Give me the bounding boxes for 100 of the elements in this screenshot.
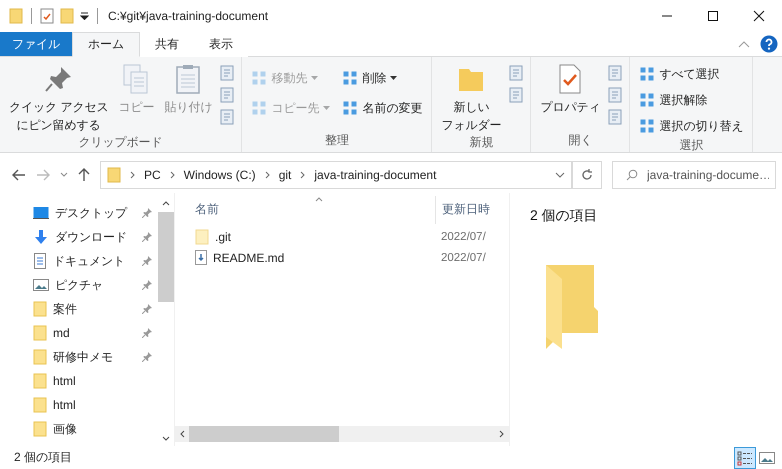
grid-icon <box>639 66 656 82</box>
nav-item[interactable]: html <box>33 393 158 417</box>
document-icon[interactable] <box>219 109 236 125</box>
nav-item[interactable]: デスクトップ <box>33 201 158 225</box>
document-icon[interactable] <box>607 65 624 81</box>
grid-icon <box>251 100 268 116</box>
breadcrumb[interactable]: PC <box>144 168 161 182</box>
folder-icon <box>107 167 121 183</box>
pin-icon[interactable] <box>142 352 152 362</box>
nav-item[interactable]: ダウンロード <box>33 225 158 249</box>
address-field[interactable]: PC Windows (C:) git java-training-document <box>100 161 572 189</box>
scroll-left-icon[interactable] <box>179 430 185 438</box>
document-icon[interactable] <box>607 87 624 103</box>
folder-icon[interactable] <box>60 8 74 24</box>
scroll-right-icon[interactable] <box>499 430 505 438</box>
monitor-icon <box>33 206 49 220</box>
document-icon[interactable] <box>219 87 236 103</box>
document-icon[interactable] <box>219 65 236 81</box>
ribbon-button[interactable]: 削除 <box>339 67 426 89</box>
column-header[interactable]: 名前 <box>175 201 435 218</box>
sort-caret-icon <box>315 197 323 202</box>
ribbon-tab[interactable]: ホーム <box>72 32 140 57</box>
ribbon-button[interactable]: 名前の変更 <box>339 97 426 119</box>
file-name[interactable]: .git <box>215 230 232 244</box>
refresh-button[interactable] <box>572 161 602 189</box>
group-label: 開く <box>567 132 594 149</box>
search-icon <box>626 169 638 181</box>
group-label: 新規 <box>468 134 494 151</box>
ribbon-tab[interactable]: ファイル <box>0 32 72 56</box>
grid-icon <box>639 118 656 134</box>
folder-icon[interactable] <box>9 8 23 24</box>
ribbon-button[interactable]: すべて選択 <box>636 63 746 85</box>
maximize-icon[interactable] <box>707 10 719 22</box>
details-view-button[interactable] <box>734 446 756 468</box>
folder-icon <box>33 301 47 317</box>
pin-icon[interactable] <box>142 328 152 338</box>
search-field[interactable]: java-training-docume… <box>612 161 776 189</box>
document-icon <box>33 253 47 269</box>
ribbon-button[interactable]: クイック アクセス にピン留めする <box>6 63 112 134</box>
date-cell-text: 2022/07/ <box>440 230 487 242</box>
refresh-icon <box>581 169 593 181</box>
scroll-down-icon[interactable] <box>162 436 170 442</box>
pin-icon[interactable] <box>142 256 152 266</box>
pin-icon[interactable] <box>142 304 152 314</box>
help-icon[interactable] <box>760 35 778 53</box>
ribbon-button[interactable]: 選択解除 <box>636 89 746 111</box>
ribbon-button[interactable]: 選択の切り替え <box>636 115 746 137</box>
pin-icon[interactable] <box>142 280 152 290</box>
file-name[interactable]: README.md <box>213 250 284 264</box>
document-icon[interactable] <box>607 109 624 125</box>
dropdown-icon[interactable] <box>80 12 89 20</box>
chevron-down-icon[interactable] <box>555 172 565 178</box>
checklist-icon[interactable] <box>40 8 54 24</box>
document-icon[interactable] <box>508 87 524 103</box>
chevron-down-icon[interactable] <box>60 172 68 178</box>
breadcrumb[interactable]: java-training-document <box>314 168 436 182</box>
folder-icon <box>195 228 209 244</box>
collapse-ribbon-icon[interactable] <box>738 40 750 48</box>
pin-icon[interactable] <box>142 208 152 218</box>
window-title: C:¥git¥java-training-document <box>108 9 268 23</box>
breadcrumb[interactable]: git <box>278 168 292 182</box>
details-list-icon <box>737 450 753 466</box>
preview-title: 2 個の項目 <box>530 207 599 225</box>
chevron-right-icon <box>300 171 306 179</box>
group-label: 整理 <box>324 132 350 149</box>
nav-item[interactable]: md <box>33 321 158 345</box>
nav-item[interactable]: ピクチャ <box>33 273 158 297</box>
group-label: 選択 <box>678 137 704 154</box>
folder-icon <box>33 349 47 365</box>
horizontal-scrollbar[interactable] <box>175 426 509 442</box>
nav-item[interactable]: 研修中メモ <box>33 345 158 369</box>
up-arrow-icon[interactable] <box>78 168 90 182</box>
forward-arrow-icon[interactable] <box>36 169 50 181</box>
grid-icon <box>342 70 358 86</box>
nav-item[interactable]: ドキュメント <box>33 249 158 273</box>
date-cell-text: 2022/07/ <box>440 252 487 264</box>
column-header[interactable]: 更新日時 <box>435 196 509 224</box>
folder-icon <box>33 397 47 413</box>
folder-icon <box>33 325 47 341</box>
ribbon-button[interactable]: プロパティ <box>537 63 604 132</box>
picture-icon <box>33 278 49 292</box>
breadcrumb[interactable]: Windows (C:) <box>184 168 256 182</box>
folder-icon <box>33 421 47 437</box>
grid-icon <box>639 92 656 108</box>
nav-item[interactable]: html <box>33 369 158 393</box>
grid-icon <box>251 70 268 86</box>
down-arrow-icon <box>33 229 49 245</box>
scroll-up-icon[interactable] <box>162 200 170 206</box>
close-icon[interactable] <box>753 10 765 22</box>
chevron-right-icon <box>170 171 175 179</box>
back-arrow-icon[interactable] <box>12 169 26 181</box>
picture-icon <box>759 450 775 464</box>
nav-item[interactable]: 画像 <box>33 417 158 441</box>
nav-item[interactable]: 案件 <box>33 297 158 321</box>
grid-icon <box>342 100 358 116</box>
chevron-right-icon <box>264 171 270 179</box>
document-icon[interactable] <box>508 65 524 81</box>
ribbon-button[interactable]: 新しい フォルダー <box>438 63 504 134</box>
pin-icon[interactable] <box>142 232 152 242</box>
folder-icon <box>33 373 47 389</box>
